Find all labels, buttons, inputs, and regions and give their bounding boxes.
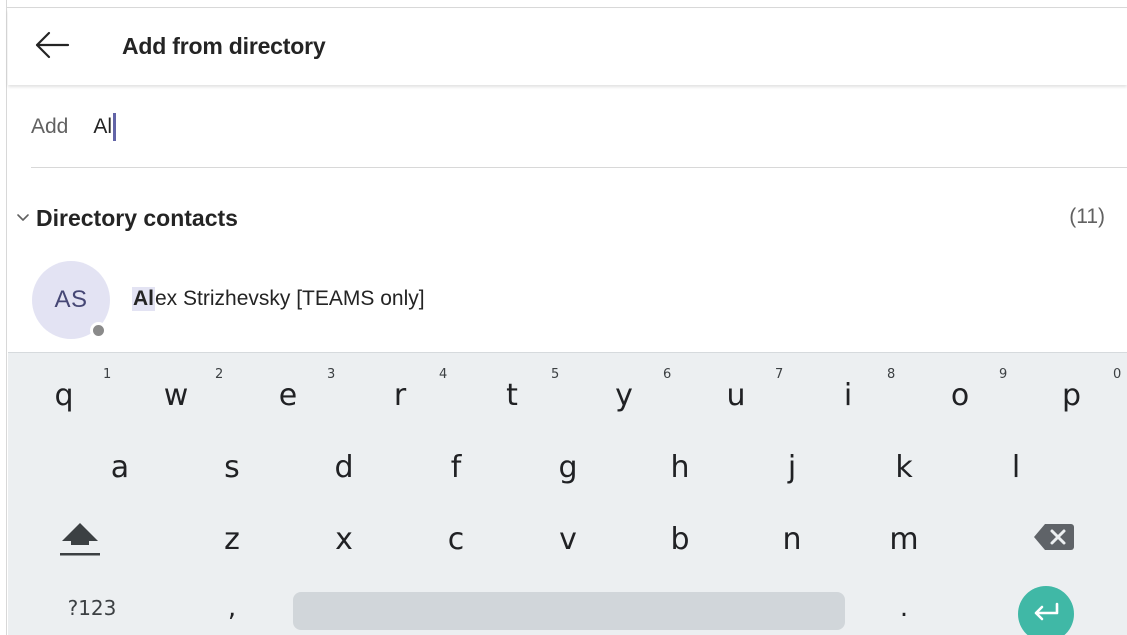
key-k[interactable]: k xyxy=(848,437,960,497)
backspace-key[interactable] xyxy=(998,509,1110,569)
contact-name: Al ex Strizhevsky [TEAMS only] xyxy=(132,287,425,311)
contact-name-match: Al xyxy=(132,287,155,311)
key-v[interactable]: v xyxy=(512,509,624,569)
contact-row[interactable]: AS Al ex Strizhevsky [TEAMS only] xyxy=(8,259,1127,343)
key-m[interactable]: m xyxy=(848,509,960,569)
key-y[interactable]: y6 xyxy=(568,365,680,425)
back-button[interactable] xyxy=(30,27,74,67)
key-u[interactable]: u7 xyxy=(680,365,792,425)
key-s[interactable]: s xyxy=(176,437,288,497)
period-key[interactable]: . xyxy=(848,583,960,633)
section-header-directory-contacts[interactable]: Directory contacts (11) xyxy=(8,205,1127,235)
chevron-down-icon[interactable] xyxy=(15,209,31,225)
section-title: Directory contacts xyxy=(36,205,238,231)
shift-key[interactable] xyxy=(24,509,136,569)
key-w[interactable]: w2 xyxy=(120,365,232,425)
symbols-key[interactable]: ?123 xyxy=(36,583,148,633)
key-j[interactable]: j xyxy=(736,437,848,497)
presence-status-icon xyxy=(90,322,107,339)
key-p[interactable]: p0 xyxy=(1016,365,1127,425)
key-a[interactable]: a xyxy=(64,437,176,497)
key-f[interactable]: f xyxy=(400,437,512,497)
key-c[interactable]: c xyxy=(400,509,512,569)
window-frame-left xyxy=(0,0,7,635)
app-screen: Add from directory Add Al Directory cont… xyxy=(8,9,1127,635)
enter-key[interactable] xyxy=(1018,586,1074,635)
text-caret xyxy=(113,113,117,141)
key-t[interactable]: t5 xyxy=(456,365,568,425)
top-bar: Add from directory xyxy=(8,9,1127,85)
key-b[interactable]: b xyxy=(624,509,736,569)
page-title: Add from directory xyxy=(122,33,326,59)
key-g[interactable]: g xyxy=(512,437,624,497)
key-l[interactable]: l xyxy=(960,437,1072,497)
key-d[interactable]: d xyxy=(288,437,400,497)
key-q[interactable]: q1 xyxy=(8,365,120,425)
add-field-underline xyxy=(31,167,1127,168)
arrow-left-icon xyxy=(34,30,70,65)
add-label: Add xyxy=(31,115,69,138)
backspace-icon xyxy=(1033,522,1075,556)
key-x[interactable]: x xyxy=(288,509,400,569)
avatar-initials: AS xyxy=(54,286,88,313)
key-e[interactable]: e3 xyxy=(232,365,344,425)
add-input[interactable]: Al xyxy=(93,113,117,141)
key-r[interactable]: r4 xyxy=(344,365,456,425)
space-key[interactable] xyxy=(293,592,845,630)
shift-icon xyxy=(57,515,103,563)
key-z[interactable]: z xyxy=(176,509,288,569)
section-count: (11) xyxy=(1069,205,1105,228)
key-h[interactable]: h xyxy=(624,437,736,497)
comma-key[interactable]: , xyxy=(176,583,288,633)
add-field[interactable]: Add Al xyxy=(31,109,117,145)
contact-name-rest: ex Strizhevsky [TEAMS only] xyxy=(155,287,425,310)
key-o[interactable]: o9 xyxy=(904,365,1016,425)
enter-icon xyxy=(1031,600,1061,629)
add-input-value: Al xyxy=(93,115,113,138)
window-frame-top xyxy=(7,0,1127,8)
key-i[interactable]: i8 xyxy=(792,365,904,425)
key-n[interactable]: n xyxy=(736,509,848,569)
on-screen-keyboard: q1 w2 e3 r4 t5 y6 u7 i8 o9 p0 a s d f g … xyxy=(8,352,1127,635)
